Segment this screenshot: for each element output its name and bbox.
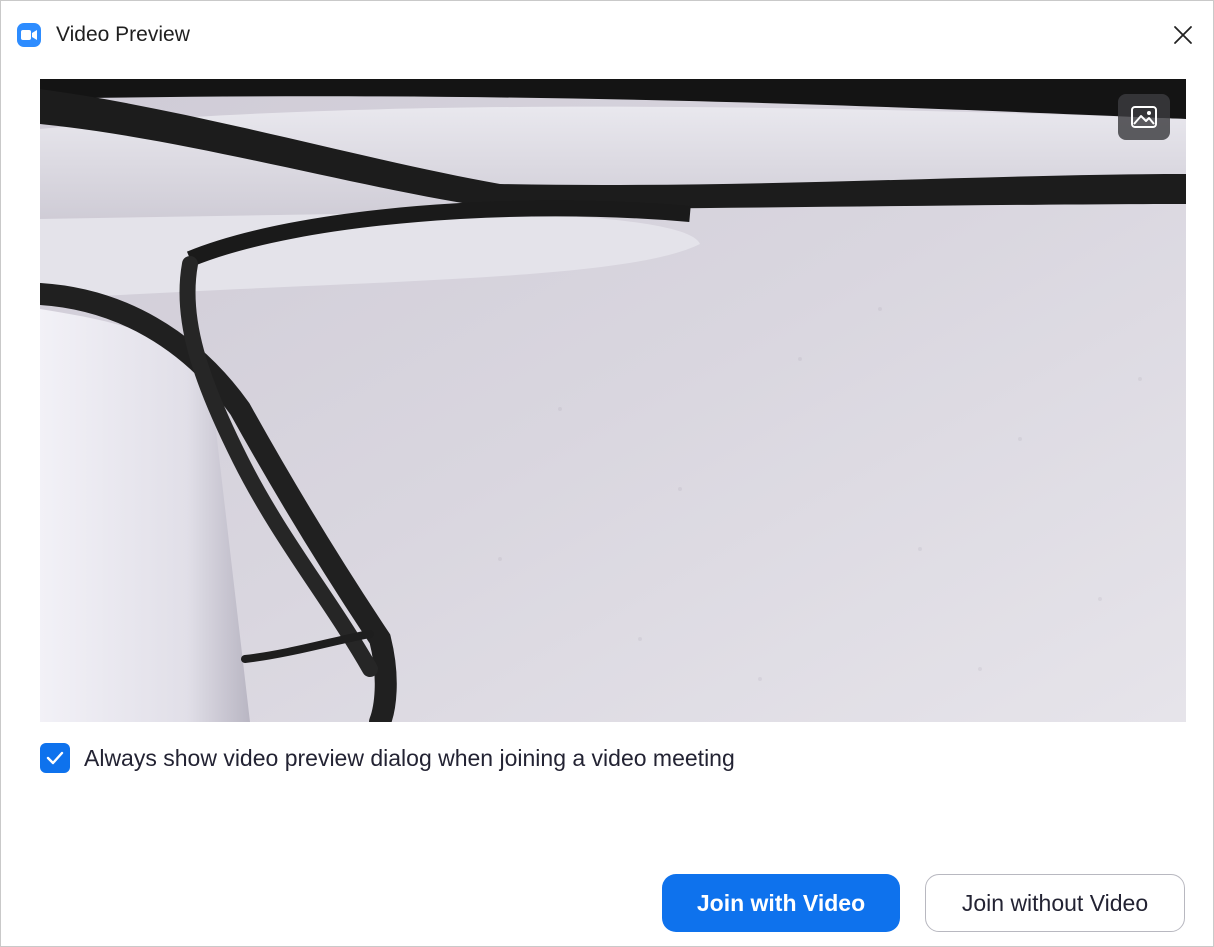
join-with-video-button[interactable]: Join with Video: [662, 874, 900, 932]
image-icon: [1131, 106, 1157, 128]
title-bar: Video Preview: [1, 1, 1213, 61]
camera-feed: [40, 79, 1186, 722]
checkmark-icon: [46, 751, 64, 765]
always-show-preview-option: Always show video preview dialog when jo…: [40, 742, 735, 774]
join-without-video-button[interactable]: Join without Video: [925, 874, 1185, 932]
always-show-preview-checkbox[interactable]: [40, 743, 70, 773]
close-icon: [1174, 26, 1192, 44]
window-title: Video Preview: [56, 23, 190, 46]
zoom-app-icon: [17, 23, 41, 47]
always-show-preview-label[interactable]: Always show video preview dialog when jo…: [84, 745, 735, 772]
virtual-background-button[interactable]: [1118, 94, 1170, 140]
close-button[interactable]: [1167, 19, 1199, 51]
video-preview: [40, 79, 1186, 722]
video-preview-window: Video Preview Always show video preview …: [0, 0, 1214, 947]
